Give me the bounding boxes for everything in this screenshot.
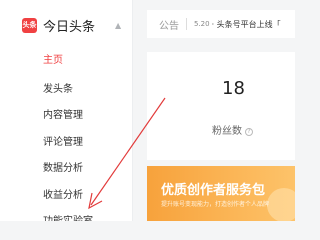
fans-label-text: 粉丝数 xyxy=(212,126,242,137)
sidebar: 头条 今日头条 ▲ 主页 发头条 内容管理 评论管理 数据分析 收益分析 功能实… xyxy=(0,0,133,221)
sidebar-item-comments[interactable]: 评论管理 xyxy=(43,133,83,148)
notice-bar[interactable]: 公告 5.20 · 头条号平台上线「 xyxy=(147,10,295,38)
sidebar-item-home[interactable]: 主页 xyxy=(43,51,63,66)
sidebar-item-data[interactable]: 数据分析 xyxy=(43,159,83,174)
promo-banner[interactable]: 优质创作者服务包 提升账号变现能力，打造创作者个人品牌 xyxy=(147,166,295,221)
toutiao-logo-icon: 头条 xyxy=(22,17,37,33)
brand[interactable]: 头条 今日头条 xyxy=(22,14,95,36)
caret-up-icon[interactable]: ▲ xyxy=(115,21,121,30)
sidebar-item-lab[interactable]: 功能实验室 xyxy=(43,212,93,221)
sidebar-item-post[interactable]: 发头条 xyxy=(43,80,73,95)
sidebar-item-content[interactable]: 内容管理 xyxy=(43,106,83,121)
stats-card: 18 粉丝数? xyxy=(147,52,295,160)
notice-divider xyxy=(186,18,187,30)
brand-name: 今日头条 xyxy=(43,19,96,35)
banner-subtitle: 提升账号变现能力，打造创作者个人品牌 xyxy=(161,201,270,208)
fans-label: 粉丝数? xyxy=(212,122,253,137)
help-icon[interactable]: ? xyxy=(245,128,253,136)
fans-count: 18 xyxy=(222,78,245,99)
sidebar-item-earnings[interactable]: 收益分析 xyxy=(43,186,83,201)
notice-date: 5.20 xyxy=(194,20,210,28)
notice-text[interactable]: · 头条号平台上线「 xyxy=(212,19,281,30)
banner-title: 优质创作者服务包 xyxy=(161,183,266,198)
banner-decoration xyxy=(267,188,295,221)
notice-label: 公告 xyxy=(159,20,179,32)
